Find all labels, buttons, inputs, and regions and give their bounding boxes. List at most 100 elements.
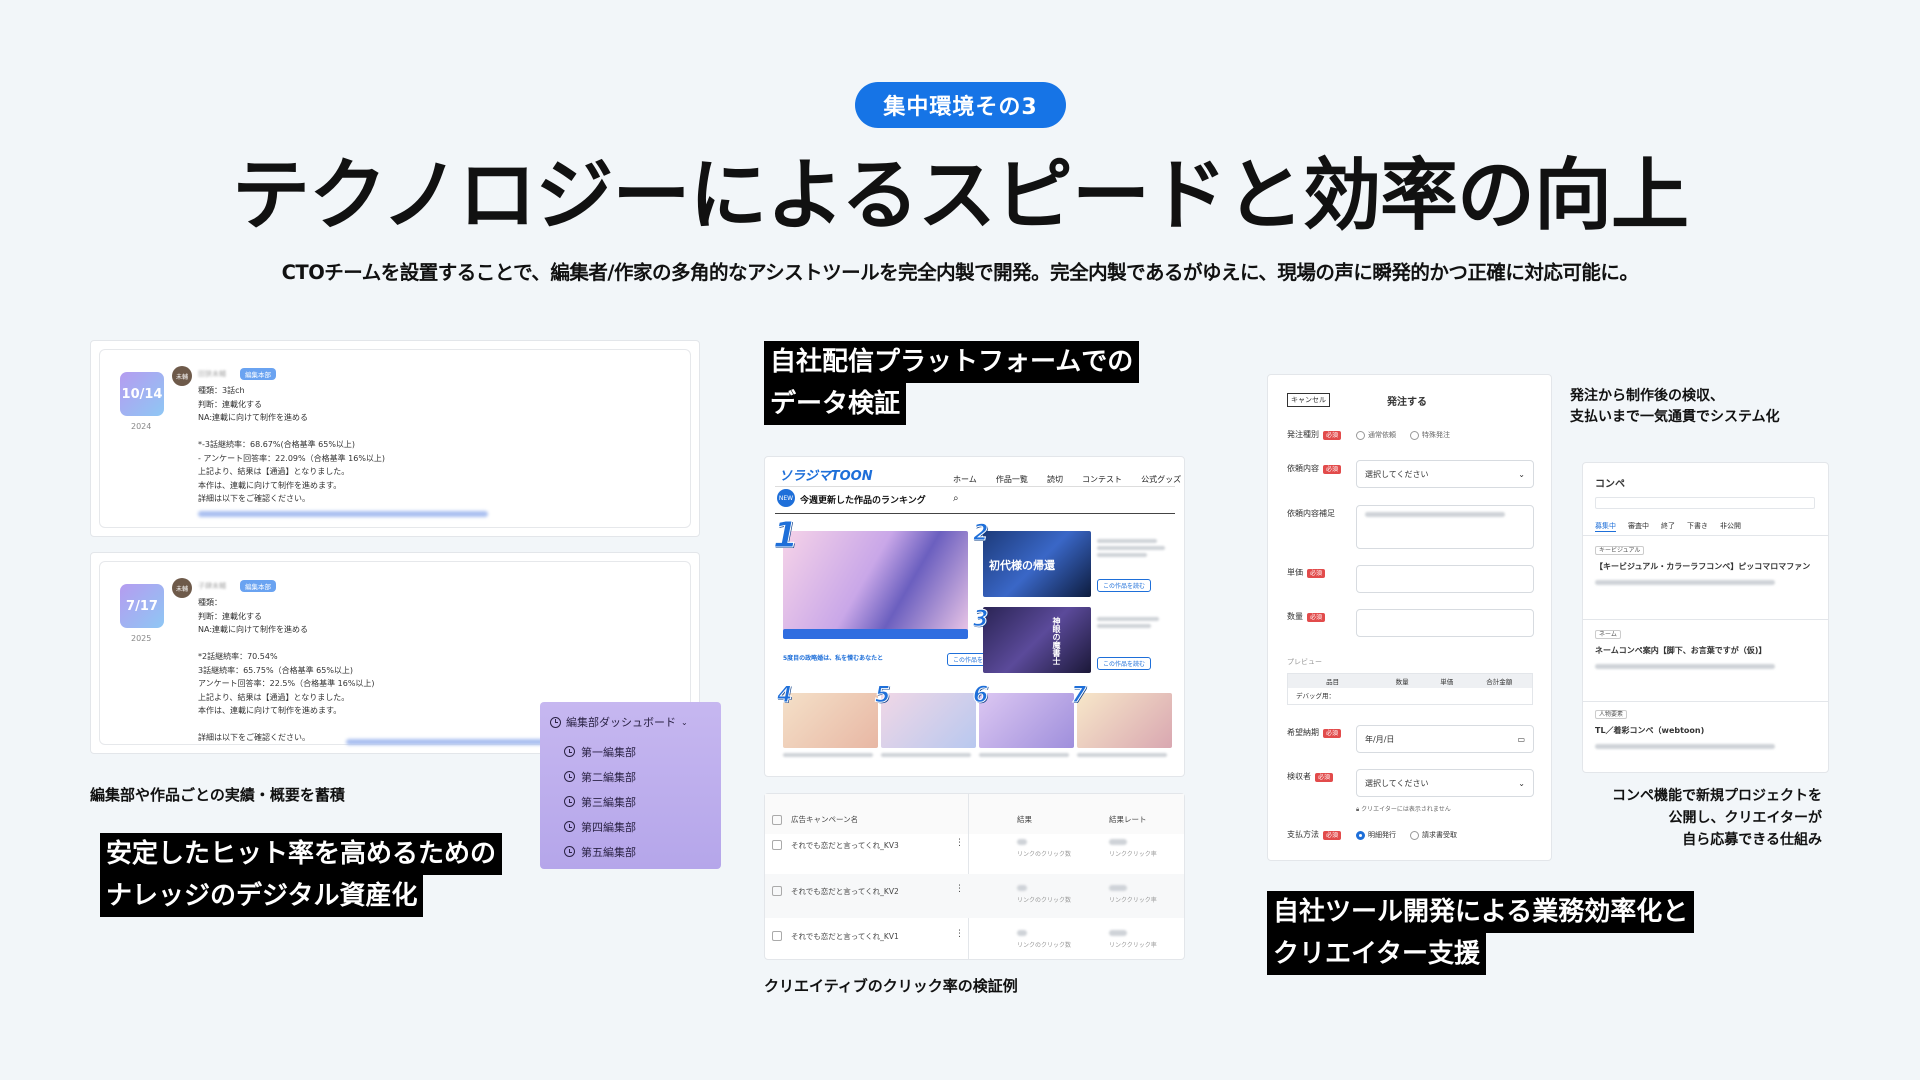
rank2-title: 初代様の帰還 — [989, 559, 1055, 572]
row-menu-icon[interactable]: ⋮ — [955, 884, 964, 894]
tab-private[interactable]: 非公開 — [1720, 521, 1741, 532]
competition-item[interactable]: 人物要素 TL／着彩コンペ（webtoon) — [1595, 709, 1821, 749]
work-cover[interactable] — [983, 607, 1091, 673]
platform-logo: ソラジマTOON — [779, 469, 873, 484]
avatar: 未輔 — [172, 366, 192, 386]
row-checkbox[interactable] — [772, 886, 782, 896]
radio-statement[interactable] — [1356, 830, 1365, 840]
avatar: 未輔 — [172, 578, 192, 598]
work-cover[interactable] — [783, 693, 878, 748]
page-title: テクノロジーによるスピードと効率の向上 — [232, 151, 1689, 241]
search-icon[interactable]: ⌕ — [953, 493, 959, 504]
campaign-name[interactable]: それでも恋だと言ってくれ_KV2 — [791, 886, 899, 897]
read-work-button[interactable]: この作品を読む — [1097, 657, 1152, 670]
date-year: 2024 — [131, 422, 152, 431]
competition-item[interactable]: ネーム ネームコンペ案内【脚下、お言葉ですが（仮)】 — [1595, 629, 1821, 669]
rank-number: 1 — [772, 515, 799, 557]
knowledge-highlight: 安定したヒット率を高めるための ナレッジのデジタル資産化 — [100, 833, 503, 917]
dashboard-header[interactable]: 編集部ダッシュボード ⌄ — [550, 714, 711, 730]
alarm-icon — [564, 821, 575, 832]
dashboard-item[interactable]: 第二編集部 — [550, 764, 711, 789]
tools-highlight: 自社ツール開発による業務効率化と クリエイター支援 — [1267, 891, 1695, 975]
date-card: 10/14 — [120, 372, 164, 416]
field-label: 希望納期 — [1287, 728, 1319, 737]
chevron-down-icon: ⌄ — [1518, 469, 1525, 479]
row-menu-icon[interactable]: ⋮ — [955, 929, 964, 939]
form-title: 発注する — [1387, 397, 1427, 408]
dashboard-item[interactable]: 第一編集部 — [550, 739, 711, 764]
nav-home[interactable]: ホーム — [953, 475, 977, 484]
ad-campaign-table: 広告キャンペーン名 結果 結果レート それでも恋だと言ってくれ_KV3 ⋮ リン… — [764, 793, 1185, 960]
nav-oneshot[interactable]: 読切 — [1047, 475, 1063, 484]
row-checkbox[interactable] — [772, 931, 782, 941]
platform-highlight: 自社配信プラットフォームでの データ検証 — [764, 341, 1140, 425]
nav-goods[interactable]: 公式グッズ — [1141, 475, 1181, 484]
entry-body: 種類： 判断：連載化する NA:連載に向けて制作を進める *2話継続率：70.5… — [198, 598, 375, 742]
rank-number: 6 — [972, 683, 989, 709]
work-cover[interactable] — [979, 693, 1074, 748]
nav-works[interactable]: 作品一覧 — [996, 475, 1028, 484]
radio-special[interactable] — [1410, 430, 1419, 440]
rate-sub: リンククリック率 — [1109, 851, 1157, 858]
dashboard-item[interactable]: 第五編集部 — [550, 839, 711, 864]
platform-screenshot: ソラジマTOON ホーム 作品一覧 読切 コンテスト 公式グッズ ⌕ NEW 今… — [764, 456, 1185, 777]
radio-normal[interactable] — [1356, 430, 1365, 440]
read-work-button[interactable]: この作品を読む — [1097, 579, 1152, 592]
rank-number: 2 — [972, 521, 989, 547]
platform-caption: クリエイティブのクリック率の検証例 — [764, 977, 1018, 995]
competition-item[interactable]: キービジュアル 【キービジュアル・カラーラフコンペ】ピッコマロマファン — [1595, 545, 1821, 585]
knowledge-caption: 編集部や作品ごとの実績・概要を蓄積 — [90, 786, 345, 804]
unit-price-input[interactable] — [1356, 565, 1534, 593]
row-checkbox[interactable] — [772, 840, 782, 850]
detail-link[interactable] — [346, 739, 546, 745]
field-label: 単価 — [1287, 568, 1303, 577]
work-cover[interactable] — [881, 693, 976, 748]
work-cover[interactable] — [783, 531, 968, 631]
tab-draft[interactable]: 下書き — [1687, 521, 1708, 532]
alarm-icon — [564, 796, 575, 807]
nav-contest[interactable]: コンテスト — [1082, 475, 1122, 484]
knowledge-entry-card-1: 10/14 2024 未輔 田狭未輔 編集本部 種類：3話ch 判断：連載化する… — [90, 340, 700, 537]
column-header: 結果レート — [1109, 815, 1147, 824]
dashboard-item[interactable]: 第四編集部 — [550, 814, 711, 839]
request-select[interactable]: 選択してください ⌄ — [1356, 460, 1534, 488]
competition-search[interactable] — [1595, 497, 1815, 509]
department-chip: 編集本部 — [240, 368, 276, 380]
rank-number: 4 — [776, 683, 793, 709]
calendar-icon: ▭ — [1517, 734, 1525, 744]
field-label: 支払方法 — [1287, 830, 1319, 839]
competition-title: コンペ — [1595, 479, 1625, 490]
order-caption: 発注から制作後の検収、 支払いまで一気通貫でシステム化 — [1570, 388, 1780, 425]
radio-invoice[interactable] — [1410, 830, 1419, 840]
alarm-icon — [564, 746, 575, 757]
receiver-select[interactable]: 選択してください ⌄ — [1356, 769, 1534, 797]
cancel-button[interactable]: キャンセル — [1287, 393, 1330, 407]
detail-link[interactable] — [198, 511, 488, 517]
rank1-title: 5度目の政略婚は、私を憎むあなたと — [783, 655, 884, 662]
field-label: 数量 — [1287, 612, 1303, 621]
deadline-date-input[interactable]: 年/月/日 ▭ — [1356, 725, 1534, 753]
dashboard-item[interactable]: 第三編集部 — [550, 789, 711, 814]
rate-sub: リンククリック率 — [1109, 897, 1157, 904]
rank-number: 5 — [874, 683, 891, 709]
alarm-icon — [550, 716, 561, 728]
tab-open[interactable]: 募集中 — [1595, 521, 1616, 532]
select-all-checkbox[interactable] — [772, 815, 782, 825]
field-label: 検収者 — [1287, 772, 1311, 781]
editorial-dashboard-menu[interactable]: 編集部ダッシュボード ⌄ 第一編集部 第二編集部 第三編集部 第四編集部 第五編… — [540, 702, 721, 869]
campaign-name[interactable]: それでも恋だと言ってくれ_KV1 — [791, 931, 899, 942]
rank-number: 3 — [972, 607, 989, 633]
department-chip: 編集本部 — [240, 580, 276, 592]
result-sub: リンクのクリック数 — [1017, 851, 1072, 858]
work-cover[interactable] — [1077, 693, 1172, 748]
competition-caption: コンペ機能で新規プロジェクトを 公開し、クリエイターが 自ら応募できる仕組み — [1612, 788, 1822, 848]
campaign-name[interactable]: それでも恋だと言ってくれ_KV3 — [791, 840, 899, 851]
receiver-note: 🔒︎ クリエイターには表示されません — [1356, 806, 1451, 813]
rate-sub: リンククリック率 — [1109, 942, 1157, 949]
rank-number: 7 — [1070, 683, 1087, 709]
row-menu-icon[interactable]: ⋮ — [955, 838, 964, 848]
quantity-input[interactable] — [1356, 609, 1534, 637]
tab-closed[interactable]: 終了 — [1661, 521, 1675, 532]
tab-review[interactable]: 審査中 — [1628, 521, 1649, 532]
request-detail-textarea[interactable] — [1356, 505, 1534, 549]
